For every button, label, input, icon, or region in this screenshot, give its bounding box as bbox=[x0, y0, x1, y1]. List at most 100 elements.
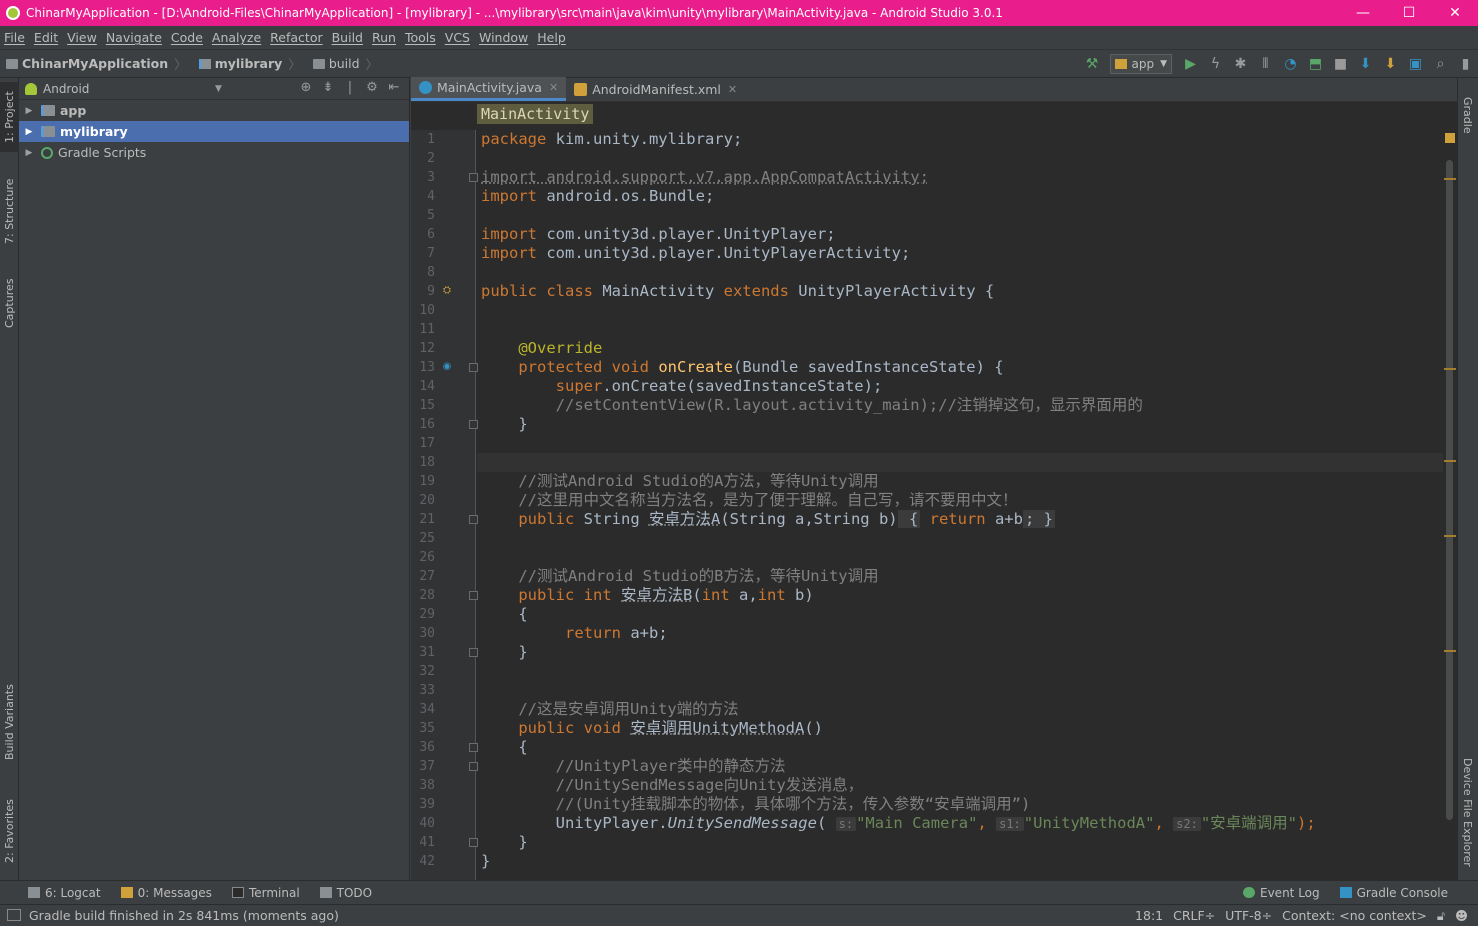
tab-structure[interactable]: 7: Structure bbox=[0, 170, 19, 252]
gradle-console-button[interactable]: Gradle Console bbox=[1330, 886, 1458, 900]
code-line: public String 安卓方法A(String a,String b) {… bbox=[518, 510, 1055, 528]
gradle-icon bbox=[41, 146, 53, 159]
minimize-button[interactable]: — bbox=[1340, 0, 1386, 26]
messages-button[interactable]: 0: Messages bbox=[111, 886, 222, 900]
tree-item-app[interactable]: ▶ app bbox=[19, 100, 409, 121]
stop-icon[interactable]: ■ bbox=[1328, 50, 1353, 78]
make-project-hammer-icon[interactable]: ⚒ bbox=[1079, 50, 1104, 78]
line-number: 20 bbox=[419, 493, 435, 508]
todo-button[interactable]: TODO bbox=[310, 886, 382, 900]
tab-project[interactable]: 1: Project bbox=[0, 82, 19, 152]
gear-icon[interactable]: ⚙ bbox=[361, 80, 383, 95]
code-line: //UnityPlayer类中的静态方法 bbox=[555, 757, 786, 775]
menu-code[interactable]: Code bbox=[171, 30, 208, 45]
profile-icon[interactable]: ◔ bbox=[1278, 50, 1303, 78]
code-line: { bbox=[518, 738, 528, 756]
debug-icon[interactable]: ✱ bbox=[1228, 50, 1253, 78]
code-line: public class MainActivity extends UnityP… bbox=[481, 282, 995, 300]
line-number: 17 bbox=[419, 436, 435, 451]
coverage-icon[interactable]: ⫴ bbox=[1253, 50, 1278, 78]
line-number: 29 bbox=[419, 607, 435, 622]
line-number: 11 bbox=[419, 322, 435, 337]
class-breadcrumb[interactable]: MainActivity bbox=[477, 104, 594, 124]
scrollbar-thumb[interactable] bbox=[1446, 160, 1453, 820]
breadcrumb-folder[interactable]: build 〉 bbox=[307, 54, 384, 73]
tab-captures[interactable]: Captures bbox=[0, 268, 19, 338]
menu-build[interactable]: Build bbox=[332, 30, 368, 45]
tab-androidmanifest-xml[interactable]: AndroidManifest.xml ✕ bbox=[566, 77, 745, 101]
caret-position[interactable]: 18:1 bbox=[1135, 908, 1163, 923]
attach-debugger-icon[interactable]: ⬒ bbox=[1303, 50, 1328, 78]
menu-refactor[interactable]: Refactor bbox=[270, 30, 327, 45]
project-structure-icon[interactable]: ▣ bbox=[1403, 50, 1428, 78]
project-view-selector[interactable]: Android bbox=[43, 82, 193, 96]
code-area[interactable]: package kim.unity.mylibrary; import andr… bbox=[477, 130, 1443, 880]
search-icon[interactable]: ⌕ bbox=[1428, 50, 1453, 78]
menu-view[interactable]: View bbox=[67, 30, 102, 45]
tool-window-bar: 6: Logcat 0: Messages Terminal TODO Even… bbox=[0, 880, 1478, 904]
locate-icon[interactable]: ⊕ bbox=[295, 80, 317, 95]
error-stripe-mark[interactable] bbox=[1444, 178, 1456, 180]
menu-navigate[interactable]: Navigate bbox=[106, 30, 167, 45]
file-encoding[interactable]: UTF-8÷ bbox=[1225, 908, 1272, 923]
title-bar: ChinarMyApplication - [D:\Android-Files\… bbox=[0, 0, 1478, 26]
menu-file[interactable]: File bbox=[4, 30, 30, 45]
apply-changes-icon[interactable]: ϟ bbox=[1203, 50, 1228, 78]
line-number: 1 bbox=[427, 132, 435, 147]
module-icon bbox=[41, 126, 55, 137]
maximize-button[interactable]: ☐ bbox=[1386, 0, 1432, 26]
lock-icon[interactable]: 🔓︎ bbox=[1437, 908, 1445, 924]
inspection-warning-icon[interactable] bbox=[1445, 133, 1455, 143]
run-icon[interactable]: ▶ bbox=[1178, 50, 1203, 78]
breadcrumb-project[interactable]: ChinarMyApplication 〉 bbox=[0, 54, 193, 73]
close-tab-icon[interactable]: ✕ bbox=[728, 83, 737, 96]
menu-edit[interactable]: Edit bbox=[34, 30, 63, 45]
tree-item-mylibrary[interactable]: ▶ mylibrary bbox=[19, 121, 409, 142]
error-stripe-mark[interactable] bbox=[1444, 460, 1456, 462]
editor-breadcrumb: MainActivity bbox=[411, 102, 1457, 126]
error-stripe-mark[interactable] bbox=[1444, 535, 1456, 537]
menu-analyze[interactable]: Analyze bbox=[212, 30, 266, 45]
terminal-icon bbox=[231, 887, 244, 898]
run-configuration-dropdown[interactable]: app ▼ bbox=[1110, 54, 1172, 74]
editor-scrollbar[interactable] bbox=[1443, 130, 1457, 880]
toggle-tool-windows-icon[interactable] bbox=[7, 909, 21, 921]
menu-help[interactable]: Help bbox=[537, 30, 571, 45]
menu-run[interactable]: Run bbox=[372, 30, 401, 45]
editor-gutter[interactable]: 1 2 3 4 5 6 7 8 9 10 11 12 13 14 15 16 1… bbox=[411, 130, 478, 880]
tab-gradle[interactable]: Gradle bbox=[1457, 86, 1478, 144]
logcat-icon bbox=[28, 887, 40, 898]
tab-device-file-explorer[interactable]: Device File Explorer bbox=[1457, 748, 1478, 876]
close-button[interactable]: ✕ bbox=[1432, 0, 1478, 26]
android-manifest-icon[interactable]: ⛭ bbox=[441, 285, 453, 297]
collapse-all-icon[interactable]: ⇟ bbox=[317, 80, 339, 95]
tab-mainactivity-java[interactable]: MainActivity.java ✕ bbox=[411, 77, 567, 101]
error-stripe-mark[interactable] bbox=[1444, 368, 1456, 370]
context-indicator[interactable]: Context: <no context> bbox=[1282, 908, 1427, 923]
chevron-down-icon[interactable]: ▼ bbox=[215, 84, 222, 94]
menu-vcs[interactable]: VCS bbox=[445, 30, 475, 45]
user-avatar-icon[interactable]: ▮ bbox=[1453, 50, 1478, 78]
avd-manager-icon[interactable]: ⬇ bbox=[1378, 50, 1403, 78]
error-stripe-mark[interactable] bbox=[1444, 650, 1456, 652]
expand-arrow-icon[interactable]: ▶ bbox=[21, 148, 37, 158]
menu-tools[interactable]: Tools bbox=[405, 30, 441, 45]
line-number: 33 bbox=[419, 683, 435, 698]
status-message[interactable]: Gradle build finished in 2s 841ms (momen… bbox=[29, 908, 339, 923]
event-log-button[interactable]: Event Log bbox=[1233, 886, 1330, 900]
tree-item-gradle-scripts[interactable]: ▶ Gradle Scripts bbox=[19, 142, 409, 163]
expand-arrow-icon[interactable]: ▶ bbox=[21, 127, 37, 137]
close-tab-icon[interactable]: ✕ bbox=[549, 81, 558, 94]
menu-window[interactable]: Window bbox=[479, 30, 533, 45]
tab-build-variants[interactable]: Build Variants bbox=[0, 674, 19, 770]
tab-favorites[interactable]: 2: Favorites bbox=[0, 788, 19, 874]
terminal-button[interactable]: Terminal bbox=[222, 886, 310, 900]
hide-panel-icon[interactable]: ⇤ bbox=[383, 80, 405, 95]
expand-arrow-icon[interactable]: ▶ bbox=[21, 106, 37, 116]
logcat-button[interactable]: 6: Logcat bbox=[18, 886, 111, 900]
sdk-manager-icon[interactable]: ⬇ bbox=[1353, 50, 1378, 78]
line-separator[interactable]: CRLF÷ bbox=[1173, 908, 1215, 923]
override-method-icon[interactable]: ◉ bbox=[441, 361, 453, 373]
breadcrumb-module[interactable]: mylibrary 〉 bbox=[193, 54, 307, 73]
hector-icon[interactable]: ☻ bbox=[1455, 908, 1468, 923]
